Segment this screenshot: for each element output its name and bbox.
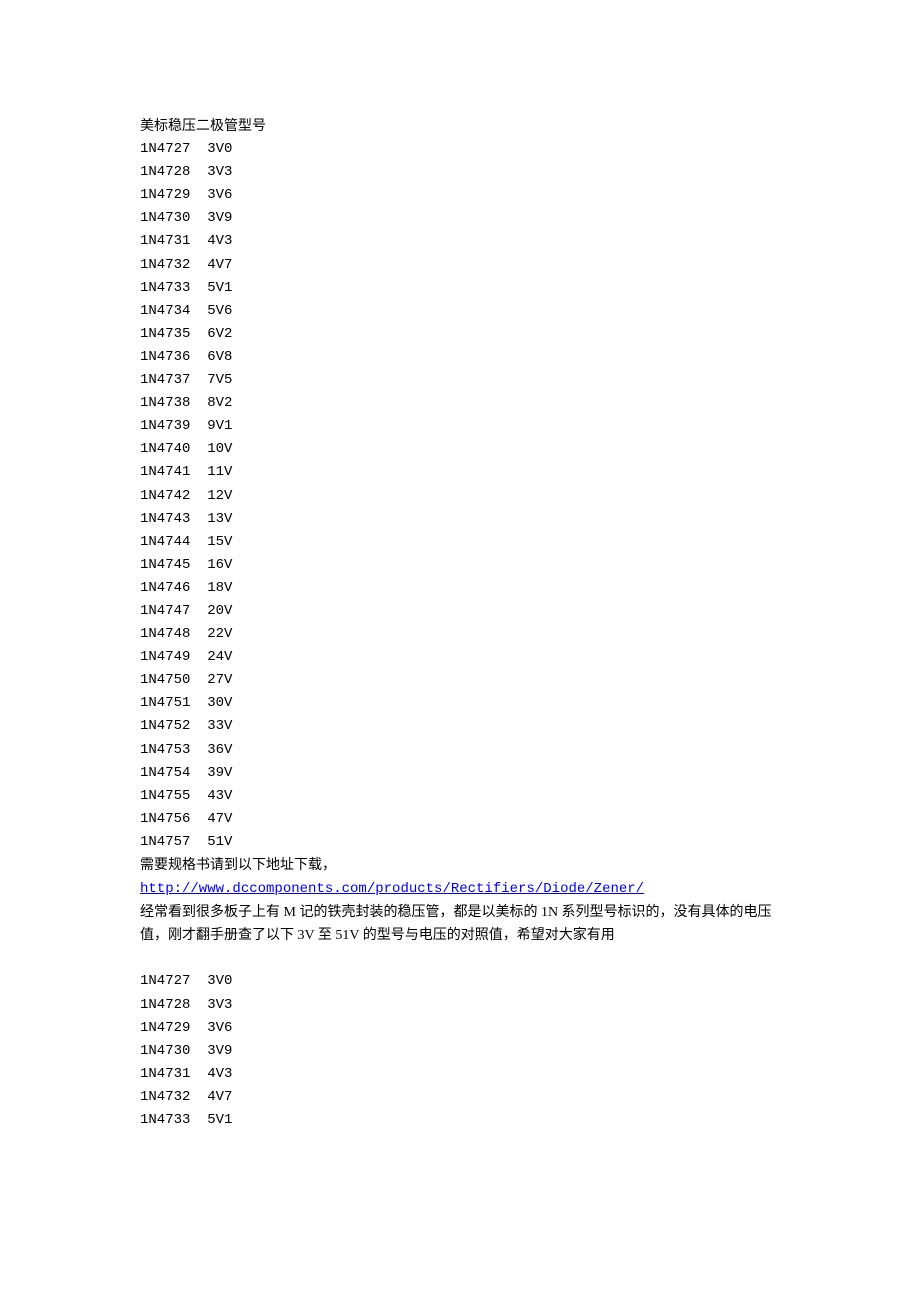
- diode-row: 1N4741 11V: [140, 461, 780, 484]
- diode-list-1: 1N4727 3V01N4728 3V31N4729 3V61N4730 3V9…: [140, 138, 780, 854]
- diode-row: 1N4732 4V7: [140, 254, 780, 277]
- diode-row: 1N4748 22V: [140, 623, 780, 646]
- diode-row: 1N4739 9V1: [140, 415, 780, 438]
- diode-row: 1N4743 13V: [140, 508, 780, 531]
- diode-row: 1N4740 10V: [140, 438, 780, 461]
- diode-row: 1N4736 6V8: [140, 346, 780, 369]
- diode-row: 1N4746 18V: [140, 577, 780, 600]
- diode-row: 1N4753 36V: [140, 739, 780, 762]
- diode-row: 1N4729 3V6: [140, 184, 780, 207]
- diode-row: 1N4729 3V6: [140, 1017, 780, 1040]
- diode-row: 1N4730 3V9: [140, 207, 780, 230]
- diode-row: 1N4756 47V: [140, 808, 780, 831]
- diode-row: 1N4733 5V1: [140, 1109, 780, 1132]
- diode-list-2: 1N4727 3V01N4728 3V31N4729 3V61N4730 3V9…: [140, 970, 780, 1132]
- diode-row: 1N4731 4V3: [140, 230, 780, 253]
- diode-row: 1N4727 3V0: [140, 138, 780, 161]
- diode-row: 1N4755 43V: [140, 785, 780, 808]
- download-text: 需要规格书请到以下地址下载，: [140, 854, 780, 877]
- diode-row: 1N4752 33V: [140, 715, 780, 738]
- datasheet-link[interactable]: http://www.dccomponents.com/products/Rec…: [140, 881, 644, 897]
- diode-row: 1N4745 16V: [140, 554, 780, 577]
- diode-row: 1N4750 27V: [140, 669, 780, 692]
- diode-row: 1N4728 3V3: [140, 994, 780, 1017]
- description-text: 经常看到很多板子上有 M 记的铁壳封装的稳压管，都是以美标的 1N 系列型号标识…: [140, 901, 780, 947]
- diode-row: 1N4732 4V7: [140, 1086, 780, 1109]
- diode-row: 1N4735 6V2: [140, 323, 780, 346]
- diode-row: 1N4744 15V: [140, 531, 780, 554]
- diode-row: 1N4731 4V3: [140, 1063, 780, 1086]
- diode-row: 1N4749 24V: [140, 646, 780, 669]
- diode-row: 1N4747 20V: [140, 600, 780, 623]
- diode-row: 1N4751 30V: [140, 692, 780, 715]
- diode-row: 1N4742 12V: [140, 485, 780, 508]
- diode-row: 1N4733 5V1: [140, 277, 780, 300]
- diode-row: 1N4734 5V6: [140, 300, 780, 323]
- diode-row: 1N4754 39V: [140, 762, 780, 785]
- diode-row: 1N4728 3V3: [140, 161, 780, 184]
- document-title: 美标稳压二极管型号: [140, 115, 780, 138]
- diode-row: 1N4737 7V5: [140, 369, 780, 392]
- diode-row: 1N4738 8V2: [140, 392, 780, 415]
- diode-row: 1N4730 3V9: [140, 1040, 780, 1063]
- diode-row: 1N4757 51V: [140, 831, 780, 854]
- diode-row: 1N4727 3V0: [140, 970, 780, 993]
